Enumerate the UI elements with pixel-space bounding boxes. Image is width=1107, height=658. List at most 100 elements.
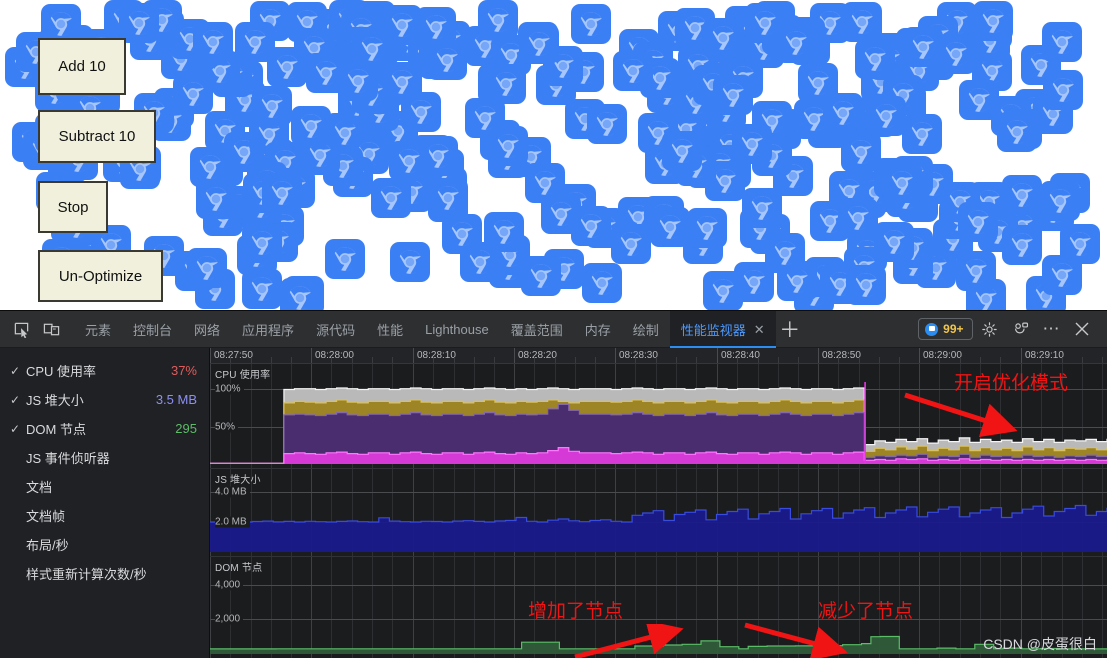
chrome-logo-icon (428, 178, 468, 218)
tab-label: 元素 (85, 322, 112, 338)
tab-label: 源代码 (316, 322, 356, 338)
toolbar-actions: 99+ ⋯ (918, 315, 1101, 343)
chrome-logo-icon (571, 4, 611, 44)
un-optimize-button[interactable]: Un-Optimize (38, 250, 163, 302)
metric-row[interactable]: 文档帧 (0, 501, 209, 530)
chrome-logo-icon (187, 248, 227, 288)
metric-row[interactable]: ✓ CPU 使用率 37% (0, 356, 209, 385)
chrome-logo-icon (958, 202, 998, 242)
chrome-logo-icon (401, 92, 441, 132)
tab-label: 绘制 (632, 322, 659, 338)
more-tabs-button[interactable]: ＋ (776, 315, 804, 343)
tab-panel-3[interactable]: 应用程序 (231, 311, 305, 348)
close-icon[interactable] (1067, 315, 1097, 343)
chrome-logo-icon (519, 24, 559, 64)
metric-row[interactable]: 文档 (0, 472, 209, 501)
chrome-logo-icon (173, 74, 213, 114)
tab-panel-4[interactable]: 源代码 (305, 311, 366, 348)
chrome-logo-icon (390, 242, 430, 282)
add-10-button[interactable]: Add 10 (38, 38, 126, 95)
chrome-logo-icon (1002, 225, 1042, 265)
dom-chart-title: DOM 节点 (215, 563, 263, 574)
chrome-logo-icon (306, 53, 346, 93)
cpu-chart-title: CPU 使用率 (215, 370, 271, 381)
metric-row[interactable]: 样式重新计算次数/秒 (0, 559, 209, 588)
chrome-logo-icon (1040, 181, 1080, 221)
issues-badge[interactable]: 99+ (918, 318, 973, 340)
chrome-logo-icon (798, 63, 838, 103)
chrome-logo-icon (252, 86, 292, 126)
panel-tabs: 元素 控制台 网络 应用程序 源代码 性能 Lighthouse 覆盖范围 内存 绘制 性能监视器 ✕ (74, 310, 776, 348)
chrome-logo-icon (325, 239, 365, 279)
axis-tick-label: 2,000 (215, 613, 244, 625)
stop-button[interactable]: Stop (38, 181, 108, 233)
timeline-tick-label: 08:28:40 (721, 350, 760, 361)
chrome-logo-icon (903, 27, 943, 67)
chrome-logo-icon (1060, 224, 1100, 264)
chrome-logo-icon (1043, 70, 1083, 110)
chrome-logo-icon (703, 18, 743, 58)
metric-value: 3.5 MB (155, 392, 197, 407)
more-options-icon[interactable]: ⋯ (1039, 319, 1066, 339)
chrome-logo-icon (262, 173, 302, 213)
chrome-logo-icon (242, 223, 282, 263)
chrome-logo-icon (280, 278, 320, 310)
axis-tick-label: 4.0 MB (215, 486, 250, 498)
annotation-arrow-optimization (904, 392, 1018, 438)
metrics-sidebar: ✓ CPU 使用率 37% ✓ JS 堆大小 3.5 MB ✓ DOM 节点 295 JS 事件侦… (0, 348, 210, 658)
chrome-logo-icon (416, 7, 456, 47)
axis-tick-label: 50% (215, 421, 239, 433)
chrome-logo-icon (842, 2, 882, 42)
chrome-logo-icon (713, 75, 753, 115)
chrome-logo-icon (484, 212, 524, 252)
tab-panel-0[interactable]: 元素 (74, 311, 122, 348)
chrome-logo-icon (352, 29, 392, 69)
chrome-logo-icon (196, 179, 236, 219)
checkmark-icon: ✓ (10, 392, 21, 407)
chrome-logo-icon (902, 114, 942, 154)
tab-panel-5[interactable]: 性能 (366, 311, 414, 348)
js-heap-size-chart: JS 堆大小 4.0 MB 2.0 MB (210, 468, 1107, 556)
metric-row[interactable]: ✓ DOM 节点 295 (0, 414, 209, 443)
watermark: CSDN @皮蛋很白 (983, 636, 1097, 652)
device-toolbar-icon[interactable] (36, 315, 66, 343)
chrome-logo-icon (242, 269, 282, 309)
metric-row[interactable]: JS 事件侦听器 (0, 443, 209, 472)
axis-tick-label: 4,000 (215, 579, 244, 591)
tab-panel-6[interactable]: Lighthouse (414, 311, 500, 348)
chrome-logo-icon (732, 124, 772, 164)
chrome-logo-icon (1042, 22, 1082, 62)
chrome-logo-icon (582, 263, 622, 303)
chrome-logo-icon (611, 224, 651, 264)
tab-label: Lighthouse (425, 321, 489, 337)
checkmark-icon: ✓ (10, 421, 21, 436)
chrome-logo-icon (235, 22, 275, 62)
tab-label: 网络 (194, 322, 221, 338)
metric-label: CPU 使用率 (26, 364, 97, 379)
tab-close-icon[interactable]: ✕ (754, 323, 765, 336)
gear-icon[interactable] (975, 315, 1005, 343)
tab-panel-7[interactable]: 覆盖范围 (500, 311, 574, 348)
tab-panel-9[interactable]: 绘制 (622, 311, 670, 348)
issues-count: 99+ (943, 322, 964, 336)
chrome-logo-icon (874, 222, 914, 262)
metric-row[interactable]: ✓ JS 堆大小 3.5 MB (0, 385, 209, 414)
devtools-settings-icon[interactable] (1007, 315, 1037, 343)
chrome-logo-icon (838, 198, 878, 238)
tab-panel-8[interactable]: 内存 (574, 311, 622, 348)
chrome-logo-icon (587, 104, 627, 144)
axis-tick-label: 2.0 MB (215, 516, 250, 528)
timeline-tick-label: 08:29:00 (923, 350, 962, 361)
inspect-element-icon[interactable] (6, 315, 36, 343)
metric-row[interactable]: 布局/秒 (0, 530, 209, 559)
timeline-tick-label: 08:28:20 (518, 350, 557, 361)
axis-tick-label: 100% (215, 383, 244, 395)
chrome-logo-icon (193, 22, 233, 62)
tab-panel-1[interactable]: 控制台 (122, 311, 183, 348)
timeline-ruler: 08:27:50 08:28:00 08:28:10 08:28:20 08:28:30… (210, 348, 1107, 364)
chrome-logo-icon (389, 141, 429, 181)
subtract-10-button[interactable]: Subtract 10 (38, 110, 156, 163)
chrome-logo-icon (371, 178, 411, 218)
tab-performance-monitor[interactable]: 性能监视器 ✕ (669, 310, 776, 348)
tab-panel-2[interactable]: 网络 (183, 311, 231, 348)
